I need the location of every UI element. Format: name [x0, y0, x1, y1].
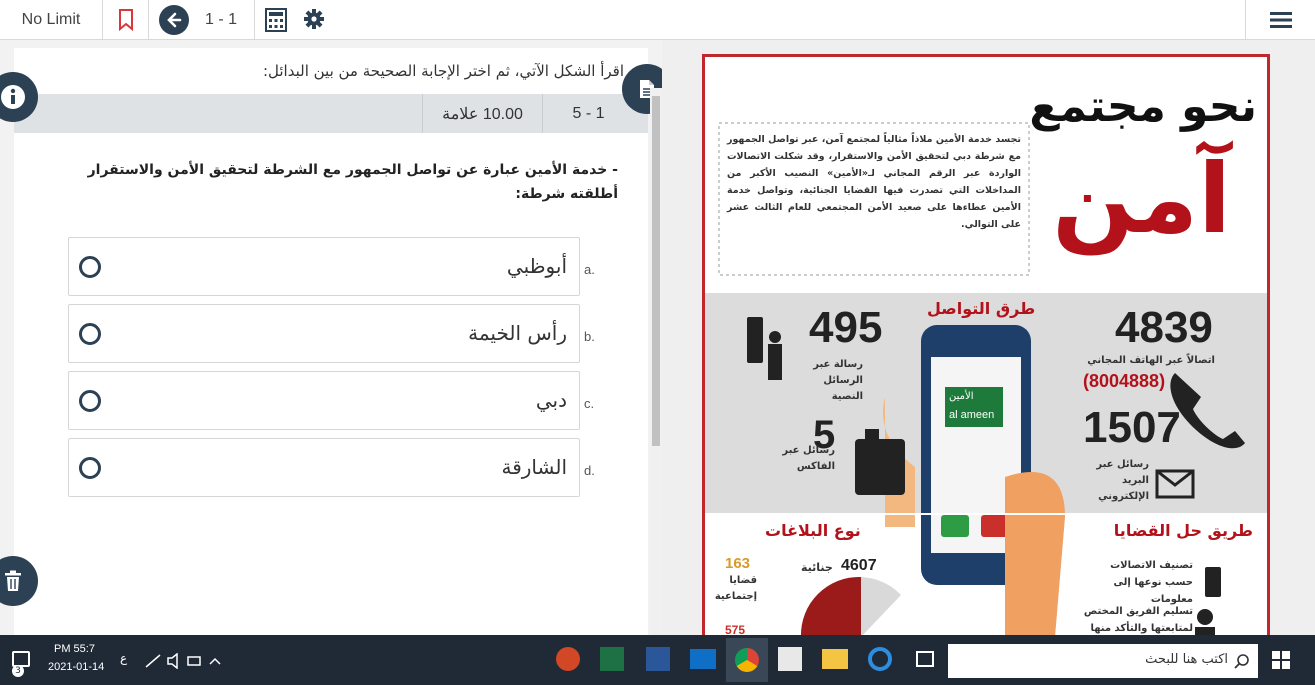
question-panel: اقرأ الشكل الآتي، ثم اختر الإجابة الصحيح…	[0, 40, 672, 675]
sms-count: 495	[809, 303, 883, 352]
option-c[interactable]: دبي	[68, 371, 580, 430]
fax-label: رسائل عبر الفاكس	[782, 445, 835, 472]
calculator-icon[interactable]	[265, 8, 287, 32]
option-letter: b.	[584, 329, 595, 344]
clock-date[interactable]: 2021-01-14	[48, 661, 104, 673]
option-a[interactable]: أبوظبي	[68, 237, 580, 296]
nav-position: 1 - 1	[205, 11, 238, 28]
system-tray[interactable]	[144, 653, 224, 669]
option-b[interactable]: رأس الخيمة	[68, 304, 580, 363]
phone-label: اتصالاً عبر الهاتف المجاني	[1087, 355, 1215, 366]
question-instruction: اقرأ الشكل الآتي، ثم اختر الإجابة الصحيح…	[262, 62, 624, 80]
app-name-en: al ameen	[949, 409, 995, 421]
decline-icon	[981, 515, 1009, 537]
criminal-label: جنائية	[801, 561, 833, 574]
question-points: 10.00 علامة	[422, 94, 542, 133]
option-label: أبوظبي	[506, 254, 567, 278]
question-number: 5 - 1	[542, 94, 634, 133]
option-d[interactable]: الشارقة	[68, 438, 580, 497]
option-letter: c.	[584, 396, 595, 411]
option-letter: d.	[584, 463, 595, 478]
poster-title-accent: آمن	[1052, 143, 1231, 255]
windows-taskbar: 3 PM 55:7 2021-01-14 ع اكتب هنا للبحث	[0, 635, 1315, 685]
option-label: رأس الخيمة	[468, 321, 567, 345]
tools	[255, 0, 335, 40]
scrollbar-thumb[interactable]	[652, 96, 660, 446]
poster-title: نحو مجتمع	[1029, 81, 1257, 132]
app-name-ar: الأمين	[949, 391, 974, 402]
mail-icon[interactable]	[690, 649, 716, 669]
social-label: قضايا إجتماعية	[714, 575, 757, 602]
channels-title: طرق التواصل	[927, 299, 1036, 318]
figure-panel: نحو مجتمع آمن تجسد خدمة الأمين ملاذاً مث…	[622, 40, 1315, 651]
trash-icon	[5, 570, 21, 591]
report-pie-slice	[861, 577, 901, 635]
bookmark-button[interactable]	[103, 0, 149, 40]
time-limit: No Limit	[0, 0, 103, 40]
bookmark-icon	[118, 9, 133, 31]
poster-intro: تجسد خدمة الأمين ملاذاً مثالياً لمجتمع آ…	[727, 134, 1021, 230]
radio-b[interactable]	[79, 323, 101, 345]
hand-icon	[1005, 472, 1065, 635]
word-icon[interactable]	[646, 647, 670, 671]
social-count: 163	[725, 555, 751, 572]
hamburger-icon	[1269, 12, 1292, 28]
report-pie	[801, 576, 861, 635]
powerpoint-icon[interactable]	[556, 647, 580, 671]
search-icon	[1234, 654, 1249, 669]
chevron-up-icon	[209, 657, 221, 665]
store-icon[interactable]	[778, 647, 802, 671]
volume-icon	[167, 653, 178, 669]
question-text: - خدمة الأمين عبارة عن تواصل الجمهور مع …	[87, 162, 618, 202]
radio-a[interactable]	[79, 256, 101, 278]
gear-icon[interactable]	[303, 8, 325, 30]
solving-title: طريق حل القضايا	[1113, 521, 1253, 540]
info-icon	[1, 85, 25, 109]
criminal-count: 4607	[841, 557, 877, 574]
email-label: رسائل عبر البريد الإلكتروني	[1096, 459, 1149, 502]
divider	[705, 513, 1267, 515]
option-label: الشارقة	[501, 455, 567, 479]
infographic: نحو مجتمع آمن تجسد خدمة الأمين ملاذاً مث…	[702, 54, 1270, 635]
option-label: دبي	[535, 388, 567, 412]
task-view-icon[interactable]	[916, 651, 934, 667]
sms-label: رسالة عبر الرسائل النصية	[813, 359, 863, 402]
person-plus-icon	[1195, 609, 1215, 635]
arrow-left-icon	[167, 12, 182, 28]
question-card: اقرأ الشكل الآتي، ثم اختر الإجابة الصحيح…	[14, 48, 648, 635]
mobile-signal-icon	[1205, 567, 1221, 597]
answer-icon	[941, 515, 969, 537]
phone-number: (8004888)	[1083, 371, 1166, 391]
windows-start-icon[interactable]	[1272, 651, 1290, 669]
wifi-icon	[145, 654, 161, 668]
file-explorer-icon[interactable]	[822, 649, 848, 669]
taskbar-search[interactable]: اكتب هنا للبحث	[948, 644, 1258, 678]
language-indicator[interactable]: ع	[120, 651, 127, 665]
question-nav: 1 - 1	[149, 0, 255, 40]
edge-icon[interactable]	[868, 647, 892, 671]
question-scrollbar[interactable]	[650, 88, 662, 675]
solving-step-1: تصنيف الاتصالات حسب نوعها إلى معلومات	[1110, 560, 1193, 605]
option-letter: a.	[584, 262, 595, 277]
question-header: 5 - 1 10.00 علامة	[14, 94, 648, 133]
solving-step-2: تسليم الفريق المختص لمتابعتها والتأكد من…	[1083, 606, 1193, 634]
battery-icon	[187, 656, 201, 666]
chrome-icon	[735, 648, 759, 672]
clock-time[interactable]: PM 55:7	[54, 643, 95, 655]
notification-badge: 3	[12, 665, 24, 677]
back-button[interactable]	[159, 5, 189, 35]
excel-icon[interactable]	[600, 647, 624, 671]
radio-d[interactable]	[79, 457, 101, 479]
reports-title: نوع البلاغات	[765, 521, 861, 540]
phone-count: 4839	[1115, 303, 1213, 352]
chrome-taskbar-active[interactable]	[726, 638, 768, 682]
radio-c[interactable]	[79, 390, 101, 412]
menu-button[interactable]	[1245, 0, 1315, 40]
search-placeholder: اكتب هنا للبحث	[1145, 652, 1228, 667]
partial-count: 575	[725, 623, 746, 635]
top-toolbar: No Limit 1 - 1	[0, 0, 1315, 40]
email-count: 1507	[1083, 403, 1181, 452]
